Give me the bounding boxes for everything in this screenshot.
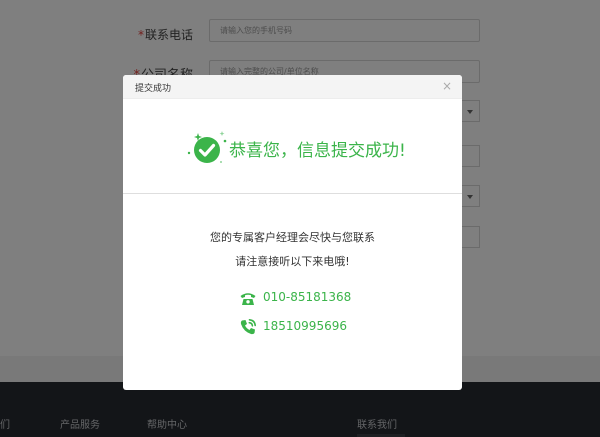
answer-call-text: 请注意接听以下来电哦! [235,255,350,268]
phone-call-icon [239,318,257,336]
manager-contact-text: 您的专属客户经理会尽快与您联系 [210,231,375,244]
check-circle-icon [185,129,229,169]
success-area: 恭喜您，信息提交成功! [123,99,462,193]
success-message: 恭喜您，信息提交成功! [229,141,406,161]
dialog-header: 提交成功 × [123,75,462,99]
success-dialog: 提交成功 × 恭喜您，信息提交成功! 您的专属客户经理会尽快与您联系 请注意接听… [123,75,462,390]
landline-number[interactable]: 010-85181368 [263,290,351,304]
dialog-title: 提交成功 [135,84,172,94]
close-icon[interactable]: × [442,79,452,93]
divider [123,193,462,194]
telephone-icon [239,289,257,307]
mobile-number[interactable]: 18510995696 [263,319,347,333]
